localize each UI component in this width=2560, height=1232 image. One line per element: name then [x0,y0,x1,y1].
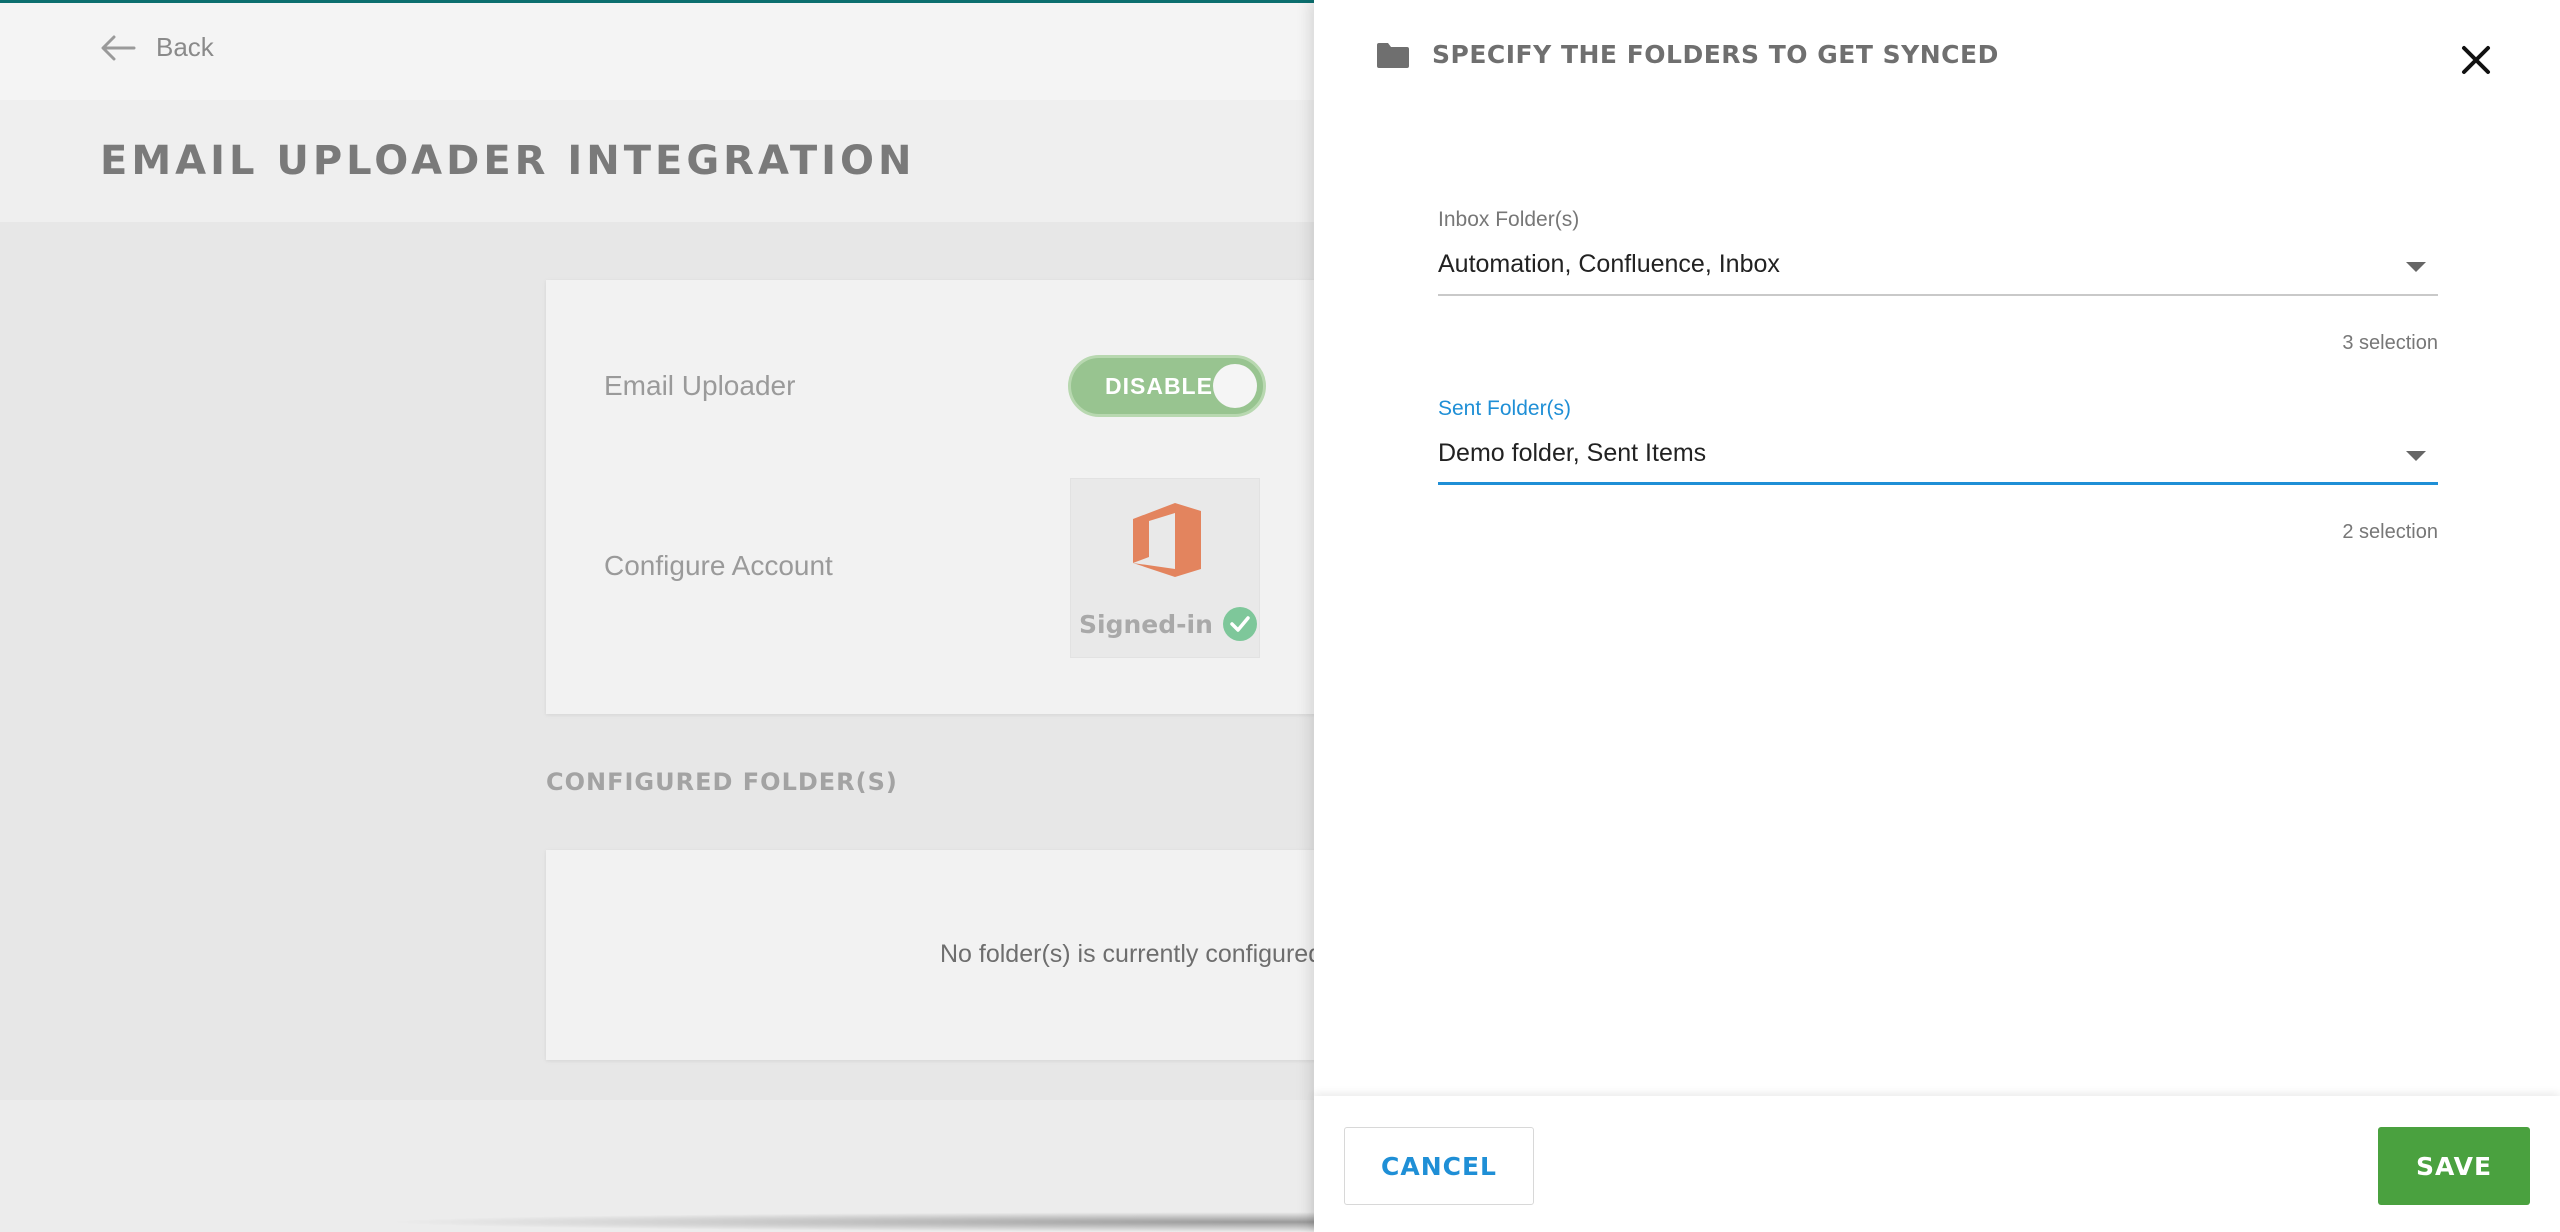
back-link[interactable]: Back [100,32,214,63]
caret-down-icon [2406,451,2426,461]
caret-down-icon [2406,262,2426,272]
save-button[interactable]: SAVE [2378,1127,2530,1205]
toggle-knob [1213,364,1257,408]
inbox-folders-select[interactable]: Automation, Confluence, Inbox [1438,246,2438,296]
configured-folders-title: CONFIGURED FOLDER(S) [546,768,898,796]
office-account-tile[interactable]: Signed-in [1070,478,1260,658]
signed-in-label: Signed-in [1079,609,1213,639]
close-icon[interactable] [2456,40,2496,80]
toggle-label: DISABLE [1105,372,1213,399]
drawer-header: SPECIFY THE FOLDERS TO GET SYNCED [1376,40,1999,69]
sent-folders-select[interactable]: Demo folder, Sent Items [1438,435,2438,485]
drawer-footer: CANCEL SAVE [1314,1096,2560,1232]
arrow-left-icon [101,35,136,60]
sent-folders-value: Demo folder, Sent Items [1438,439,1707,467]
configure-account-label: Configure Account [604,550,833,581]
folder-icon [1377,42,1409,68]
sent-selection-count: 2 selection [2342,521,2438,543]
drawer-title: SPECIFY THE FOLDERS TO GET SYNCED [1432,40,1999,69]
empty-folders-message: No folder(s) is currently configured. I [940,940,1343,968]
office-logo-icon [1133,503,1201,577]
signed-in-status: Signed-in [1079,607,1257,641]
inbox-folders-field: Inbox Folder(s) Automation, Confluence, … [1438,208,2438,355]
back-label: Back [156,32,214,62]
sent-folders-field: Sent Folder(s) Demo folder, Sent Items 2… [1438,397,2438,544]
folder-sync-drawer: SPECIFY THE FOLDERS TO GET SYNCED Inbox … [1314,0,2560,1232]
page-title: EMAIL UPLOADER INTEGRATION [100,138,916,184]
inbox-folders-value: Automation, Confluence, Inbox [1438,250,1780,278]
sent-folders-label: Sent Folder(s) [1438,397,1572,420]
cancel-button[interactable]: CANCEL [1344,1127,1534,1205]
email-uploader-toggle[interactable]: DISABLE [1068,355,1266,417]
inbox-folders-label: Inbox Folder(s) [1438,208,1580,231]
email-uploader-label: Email Uploader [604,370,796,401]
check-circle-icon [1222,607,1257,641]
inbox-selection-count: 3 selection [2342,332,2438,354]
